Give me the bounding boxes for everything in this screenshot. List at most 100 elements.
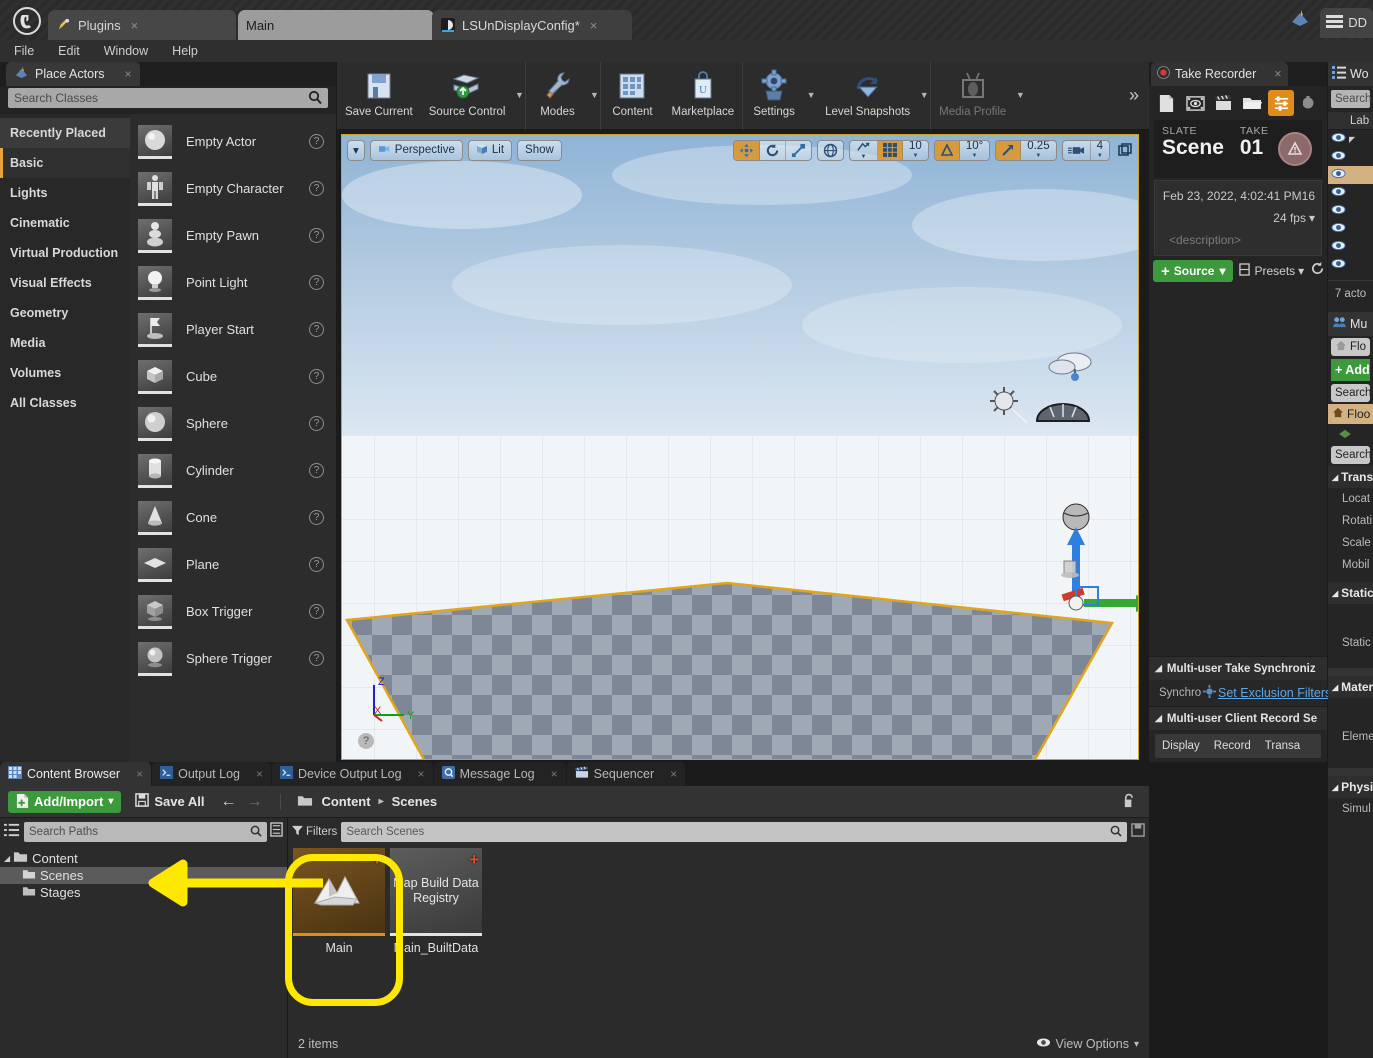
- help-icon[interactable]: ?: [309, 651, 324, 666]
- close-icon[interactable]: ×: [124, 67, 131, 81]
- eye-icon[interactable]: [1331, 238, 1346, 256]
- add-source-button[interactable]: + Source ▾: [1153, 260, 1234, 282]
- category-visual-effects[interactable]: Visual Effects: [0, 268, 130, 298]
- close-icon[interactable]: ×: [590, 18, 598, 33]
- breadcrumb-content[interactable]: Content: [321, 794, 370, 809]
- list-item[interactable]: Empty Pawn ?: [130, 212, 336, 259]
- help-icon[interactable]: ?: [309, 463, 324, 478]
- search-scenes-input[interactable]: Search Scenes: [341, 822, 1127, 842]
- category-volumes[interactable]: Volumes: [0, 358, 130, 388]
- component-search-input[interactable]: Search: [1331, 384, 1371, 402]
- level-viewport[interactable]: Z Y X ? ▾ Perspective Lit Show ▼ 10 ▼ 10…: [341, 134, 1139, 760]
- media-profile-button[interactable]: Media Profile: [931, 62, 1014, 128]
- list-item[interactable]: Cone ?: [130, 494, 336, 541]
- details-actor-name[interactable]: Flo: [1331, 338, 1370, 356]
- menu-item-window[interactable]: Window: [100, 44, 160, 58]
- category-recently-placed[interactable]: Recently Placed: [0, 118, 130, 148]
- tree-node-scenes[interactable]: Scenes: [0, 867, 287, 884]
- more-settings-icon[interactable]: [1296, 90, 1323, 116]
- tab-display[interactable]: Display: [1155, 740, 1207, 752]
- close-icon[interactable]: ×: [551, 767, 558, 781]
- help-icon[interactable]: ?: [309, 275, 324, 290]
- lighting-mode-button[interactable]: Lit: [467, 139, 513, 161]
- view-mode-button[interactable]: Perspective: [369, 139, 463, 161]
- world-globe-icon[interactable]: [818, 141, 843, 160]
- add-import-button[interactable]: Add/Import ▾: [8, 790, 122, 813]
- table-row[interactable]: [1328, 184, 1373, 202]
- settings-list-icon[interactable]: [1267, 90, 1295, 116]
- open-folder-icon[interactable]: [1239, 90, 1266, 116]
- list-item[interactable]: Empty Character ?: [130, 165, 336, 212]
- tab-message-log[interactable]: Message Log ×: [433, 762, 566, 786]
- save-small-icon[interactable]: [1131, 822, 1145, 842]
- world-outliner-tab[interactable]: Wo: [1328, 62, 1373, 86]
- component-child-row[interactable]: [1328, 426, 1373, 444]
- table-row[interactable]: ◤: [1328, 130, 1373, 148]
- list-item[interactable]: Sphere Trigger ?: [130, 635, 336, 682]
- expand-arrow-icon[interactable]: ◤: [1349, 135, 1355, 144]
- angle-snap-icon[interactable]: [934, 140, 960, 160]
- table-row[interactable]: [1328, 202, 1373, 220]
- window-tab-dd[interactable]: DD: [1320, 7, 1373, 38]
- list-item[interactable]: Box Trigger ?: [130, 588, 336, 635]
- record-warning-icon[interactable]: [1278, 132, 1312, 166]
- show-menu-button[interactable]: Show: [517, 139, 562, 161]
- viewport-options-button[interactable]: ▾: [347, 139, 365, 161]
- asset-tile-main[interactable]: + Main: [293, 848, 385, 955]
- selected-component-row[interactable]: Floo: [1328, 404, 1373, 424]
- content-button[interactable]: Content: [601, 62, 663, 128]
- chevron-expand-icon[interactable]: ◢: [4, 854, 10, 863]
- close-icon[interactable]: ×: [256, 767, 263, 781]
- tab-transactions[interactable]: Transa: [1258, 740, 1307, 752]
- view-options-button[interactable]: View Options ▾: [1036, 1037, 1139, 1051]
- help-icon[interactable]: ?: [309, 416, 324, 431]
- property-search-input[interactable]: Search: [1331, 446, 1371, 464]
- surface-snap-icon[interactable]: ▼: [850, 140, 879, 160]
- reset-arrow-icon[interactable]: [1310, 261, 1325, 281]
- close-icon[interactable]: ×: [136, 767, 143, 781]
- place-actors-icon[interactable]: [1288, 7, 1314, 33]
- lock-open-icon[interactable]: [1122, 793, 1137, 812]
- menu-item-file[interactable]: File: [10, 44, 46, 58]
- list-item[interactable]: Point Light ?: [130, 259, 336, 306]
- window-tab-main[interactable]: Main: [238, 10, 434, 40]
- table-row[interactable]: [1328, 220, 1373, 238]
- scale-gizmo-icon[interactable]: [786, 141, 811, 160]
- settings-button[interactable]: Settings: [743, 62, 805, 128]
- eye-icon[interactable]: [1331, 130, 1346, 148]
- tree-node-stages[interactable]: Stages: [0, 884, 287, 901]
- eye-icon[interactable]: [1331, 202, 1346, 220]
- media-profile-caret-icon[interactable]: ▼: [1014, 62, 1026, 128]
- section-materials[interactable]: ◢ Mater: [1328, 676, 1373, 698]
- arrow-left-icon[interactable]: ←: [220, 793, 236, 811]
- help-icon[interactable]: ?: [309, 557, 324, 572]
- camera-speed-value[interactable]: 4 ▼: [1091, 141, 1109, 160]
- level-snapshots-caret-icon[interactable]: ▼: [918, 62, 930, 128]
- place-actors-tab[interactable]: Place Actors ×: [6, 62, 140, 86]
- clapperboard-icon[interactable]: [1210, 90, 1237, 116]
- table-row[interactable]: [1328, 256, 1373, 274]
- section-static-mesh[interactable]: ◢ Static: [1328, 582, 1373, 604]
- modes-caret-icon[interactable]: ▼: [588, 62, 600, 128]
- category-media[interactable]: Media: [0, 328, 130, 358]
- search-classes-input[interactable]: Search Classes: [8, 88, 328, 108]
- tab-device-output-log[interactable]: Device Output Log ×: [272, 762, 433, 786]
- table-row[interactable]: [1328, 148, 1373, 166]
- category-cinematic[interactable]: Cinematic: [0, 208, 130, 238]
- level-snapshots-button[interactable]: Level Snapshots: [817, 62, 918, 128]
- angle-snap-value[interactable]: 10° ▼: [960, 141, 989, 160]
- close-icon[interactable]: ×: [670, 767, 677, 781]
- category-geometry[interactable]: Geometry: [0, 298, 130, 328]
- rotate-gizmo-icon[interactable]: [760, 140, 787, 160]
- set-exclusion-filters-link[interactable]: Set Exclusion Filters: [1218, 686, 1331, 700]
- eye-icon[interactable]: [1331, 148, 1346, 166]
- menu-item-edit[interactable]: Edit: [54, 44, 92, 58]
- add-component-button[interactable]: + Add: [1331, 359, 1370, 381]
- category-virtual-production[interactable]: Virtual Production: [0, 238, 130, 268]
- tree-toggle-icon[interactable]: [4, 822, 21, 843]
- translate-gizmo-icon[interactable]: [734, 140, 761, 160]
- multiuser-tab[interactable]: Mu: [1328, 312, 1373, 336]
- close-icon[interactable]: ×: [418, 767, 425, 781]
- section-multiuser-take-sync[interactable]: ◢ Multi-user Take Synchroniz: [1149, 656, 1327, 680]
- take-description-input[interactable]: <description>: [1161, 229, 1315, 251]
